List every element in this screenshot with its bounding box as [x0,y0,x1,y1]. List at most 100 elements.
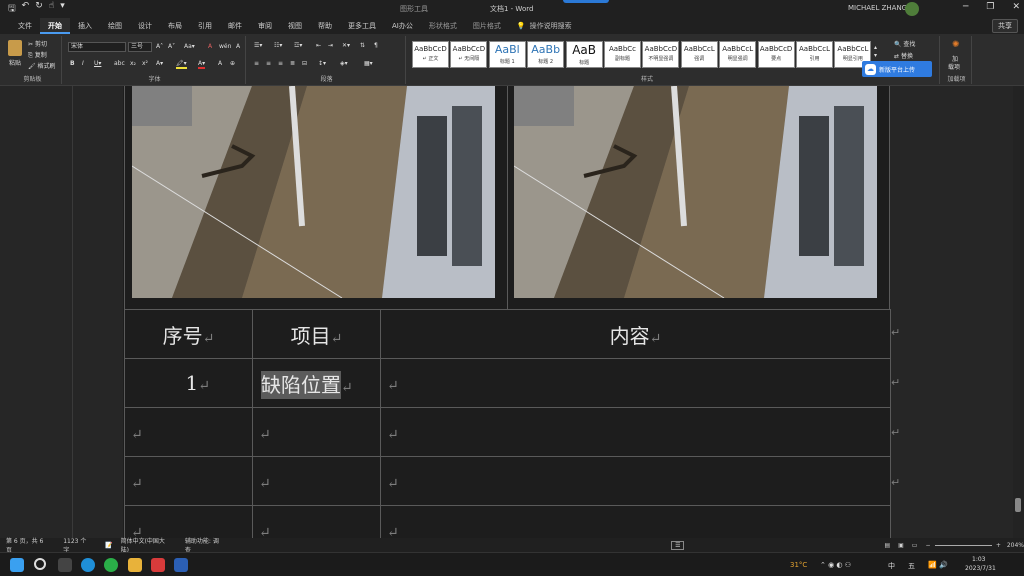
ime-mode[interactable]: 五 [908,561,915,571]
char-border-icon[interactable]: A [236,43,240,50]
borders-icon[interactable]: ▦▾ [364,60,373,67]
style-item[interactable]: AaBbCcL 明显强调 [719,41,757,68]
photo-left[interactable] [132,86,495,298]
clear-format-icon[interactable]: A [208,43,212,50]
style-item[interactable]: AaBbCcL 强调 [680,41,718,68]
clock-time[interactable]: 1:03 [972,556,985,563]
network-volume-icon[interactable]: 📶 🔊 [928,561,948,569]
edge-icon[interactable] [81,558,95,572]
shading-icon[interactable]: ◈▾ [340,60,348,67]
focus-mode-icon[interactable]: ☰ [671,540,685,550]
header-cell-content[interactable]: 内容↵ [380,309,891,359]
style-item[interactable]: AaBbCcD ↵ 无间隔 [450,41,488,68]
clock-date[interactable]: 2023/7/31 [965,565,996,572]
maximize-button[interactable]: ❐ [986,2,994,12]
header-cell-item[interactable]: 项目↵ [252,309,381,359]
share-button[interactable]: 共享 [992,19,1018,33]
table-cell[interactable]: ↵ [380,407,891,457]
tab-mailings[interactable]: 邮件 [220,18,250,34]
table-cell[interactable]: 1↵ [124,358,253,408]
ime-lang[interactable]: 中 [888,561,895,571]
enclose-char-icon[interactable]: ⊕ [230,60,235,67]
align-right-icon[interactable]: ≡ [278,60,283,67]
tab-design[interactable]: 设计 [130,18,160,34]
char-shading-icon[interactable]: A [218,60,222,67]
tab-insert[interactable]: 插入 [70,18,100,34]
table-cell[interactable]: ↵ [380,358,891,408]
word-icon[interactable] [174,558,188,572]
table-cell[interactable]: ↵ [380,505,891,538]
zoom-in-icon[interactable]: + [996,542,1001,549]
strikethrough-icon[interactable]: abc [114,60,125,67]
style-item[interactable]: AaBb 标题 2 [527,41,565,68]
style-item[interactable]: AaBbCcD 要点 [757,41,795,68]
subscript-icon[interactable]: x₂ [130,60,136,67]
align-left-icon[interactable]: ≡ [254,60,259,67]
tab-picture-format[interactable]: 图片格式 [465,18,509,34]
minimize-button[interactable]: ─ [963,2,968,12]
increase-indent-icon[interactable]: ⇥ [328,42,333,49]
highlight-icon[interactable]: 🖍▾ [176,60,187,69]
table-cell[interactable]: ↵ [252,456,381,506]
search-box[interactable]: 💡 操作说明搜索 [509,21,572,31]
distributed-icon[interactable]: ⊟ [302,60,307,67]
tab-review[interactable]: 审阅 [250,18,280,34]
copy-button[interactable]: ⎘ 复制 [28,50,47,60]
weather-temp[interactable]: 31°C [790,561,807,569]
tab-more-tools[interactable]: 更多工具 [340,18,384,34]
tab-help[interactable]: 帮助 [310,18,340,34]
font-size-combo[interactable]: 三号 [128,42,152,52]
style-item[interactable]: AaBl 标题 1 [488,41,526,68]
wechat-icon[interactable] [104,558,118,572]
tab-view[interactable]: 视图 [280,18,310,34]
close-button[interactable]: ✕ [1012,2,1020,12]
tab-shape-format[interactable]: 形状格式 [421,18,465,34]
save-icon[interactable]: 🖫 [8,1,16,17]
style-item[interactable]: AaBbCcL 引用 [796,41,833,68]
search-icon[interactable] [34,558,46,570]
addins-line2[interactable]: 载项 [948,62,960,71]
tab-references[interactable]: 引用 [190,18,220,34]
header-cell-index[interactable]: 序号↵ [124,309,253,359]
table-cell[interactable]: ↵ [380,456,891,506]
gallery-down-icon[interactable]: ▾ [874,52,877,59]
phonetic-guide-icon[interactable]: wén [219,43,231,50]
cut-button[interactable]: ✂ 剪切 [28,39,47,48]
grow-font-icon[interactable]: A˄ [156,43,163,50]
upload-button[interactable]: ☁ 新版平台上传 [862,61,932,77]
underline-icon[interactable]: U▾ [94,60,101,67]
style-item[interactable]: AaBbCcD 不明显强调 [642,41,680,68]
document-area[interactable]: 序号↵ 项目↵ 内容↵ 1↵ 缺陷位置↵ ↵ ↵ ↵ ↵ ↵ ↵ ↵ ↵ ↵ ↵… [0,86,1024,538]
format-painter-button[interactable]: 🖌 格式刷 [28,61,56,70]
bold-icon[interactable]: B [70,60,75,67]
justify-icon[interactable]: ≣ [290,60,295,67]
paste-label[interactable]: 粘贴 [9,58,21,67]
proofing-icon[interactable]: 📝 [105,542,112,549]
user-name[interactable]: MICHAEL ZHANG [848,4,907,12]
paste-icon[interactable] [8,40,22,56]
multilevel-list-icon[interactable]: ☲▾ [294,42,302,49]
undo-icon[interactable]: ↶ [22,1,30,17]
photo-right[interactable] [514,86,877,298]
find-button[interactable]: 🔍 查找 [894,39,915,48]
tray-icons[interactable]: ⌃ ◉ ◐ ⚇ [820,561,851,569]
table-cell[interactable]: ↵ [124,456,253,506]
app-icon[interactable] [151,558,165,572]
avatar[interactable] [905,2,919,16]
chinese-layout-icon[interactable]: ✕▾ [342,42,350,49]
style-item[interactable]: AaB 标题 [565,41,603,68]
show-marks-icon[interactable]: ¶ [374,42,378,49]
vertical-scrollbar[interactable] [1013,86,1024,538]
redo-icon[interactable]: ↻ [35,1,43,17]
touch-mode-icon[interactable]: ☝ [49,1,54,17]
line-spacing-icon[interactable]: ↕▾ [318,60,326,67]
style-item[interactable]: AaBbCcD ↵ 正文 [412,41,449,68]
zoom-out-icon[interactable]: − [925,542,930,549]
superscript-icon[interactable]: x² [142,60,148,67]
font-name-combo[interactable]: 宋体 [68,42,126,52]
scrollbar-thumb[interactable] [1015,498,1021,512]
addins-icon[interactable]: ✺ [952,40,960,50]
italic-icon[interactable]: I [82,60,84,67]
task-view-icon[interactable] [58,558,72,572]
text-effects-icon[interactable]: A▾ [156,60,163,67]
